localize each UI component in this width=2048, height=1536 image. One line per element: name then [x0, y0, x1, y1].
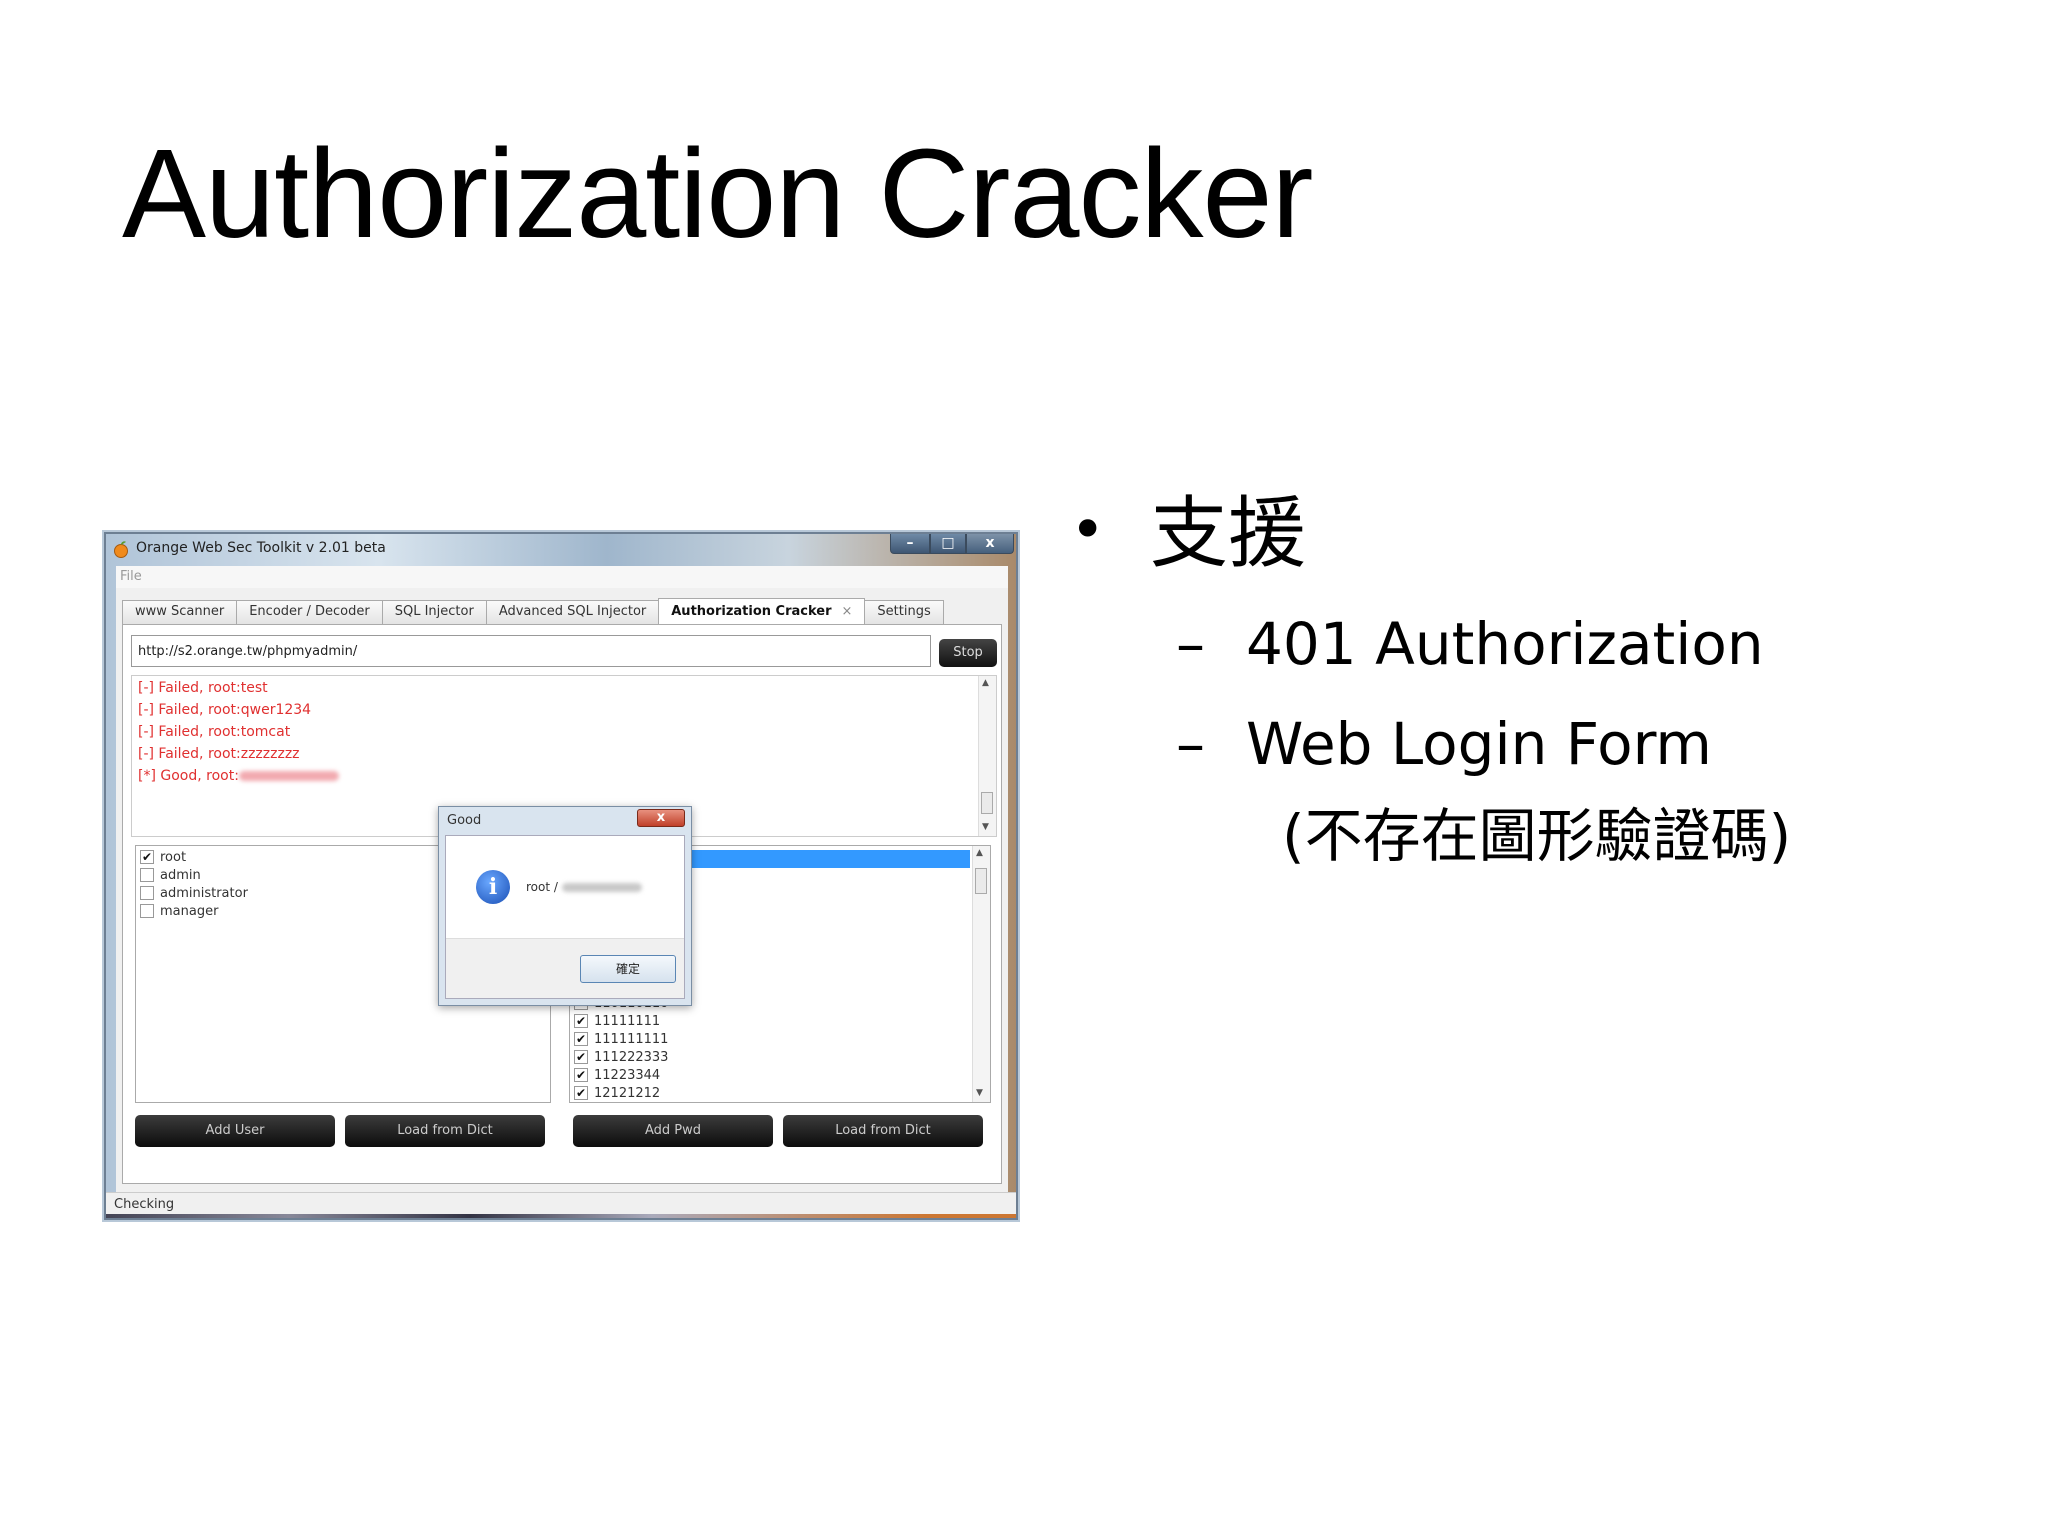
log-line-good: [*] Good, root: [138, 768, 339, 784]
info-icon: i [476, 870, 510, 904]
menu-file[interactable]: File [120, 569, 142, 584]
tab-sql-injector[interactable]: SQL Injector [381, 600, 487, 624]
sub-marker: – [1176, 710, 1205, 778]
redacted-password [561, 883, 642, 892]
password-value: 12121212 [594, 1085, 661, 1101]
dialog-close-button[interactable]: x [637, 809, 685, 827]
list-item[interactable]: ✔ 11223344 [574, 1066, 660, 1084]
scroll-thumb[interactable] [975, 868, 987, 894]
dialog-message: root / [526, 880, 642, 894]
password-value: 11223344 [594, 1067, 661, 1083]
tab-encoder-decoder[interactable]: Encoder / Decoder [236, 600, 383, 624]
list-item[interactable]: ✔ 11111111 [574, 1012, 660, 1030]
title-bar[interactable]: Orange Web Sec Toolkit v 2.01 beta – □ x [106, 534, 1016, 566]
user-name: manager [160, 903, 219, 919]
dialog-footer: 確定 [446, 938, 684, 998]
minimize-button[interactable]: – [890, 534, 930, 554]
checkbox[interactable]: ✔ [574, 1032, 588, 1046]
load-users-button[interactable]: Load from Dict [345, 1115, 545, 1147]
window-title: Orange Web Sec Toolkit v 2.01 beta [136, 540, 386, 556]
list-item[interactable]: administrator [140, 884, 248, 902]
log-line: [-] Failed, root:qwer1234 [138, 702, 312, 718]
add-pwd-button[interactable]: Add Pwd [573, 1115, 773, 1147]
list-item[interactable]: manager [140, 902, 218, 920]
log-scrollbar[interactable]: ▲ ▼ [978, 676, 996, 836]
sub-bullet-web-login: – Web Login Form [1176, 710, 1712, 780]
ok-button[interactable]: 確定 [580, 955, 676, 983]
add-user-button[interactable]: Add User [135, 1115, 335, 1147]
checkbox[interactable] [140, 868, 154, 882]
list-item[interactable]: admin [140, 866, 201, 884]
bullet-marker: • [1070, 495, 1106, 565]
password-value: 111111111 [594, 1031, 669, 1047]
dialog-message-text: root / [526, 880, 558, 894]
checkbox[interactable] [140, 886, 154, 900]
menu-bar: File [116, 566, 1008, 588]
status-text: Checking [114, 1197, 175, 1212]
list-item[interactable]: ✔ 111111111 [574, 1030, 668, 1048]
dialog-title: Good [447, 813, 482, 828]
checkbox[interactable]: ✔ [140, 850, 154, 864]
taskbar-strip [106, 1214, 1016, 1218]
tab-close-icon[interactable]: × [842, 601, 853, 623]
scroll-down-icon[interactable]: ▼ [976, 1088, 983, 1098]
checkbox[interactable]: ✔ [574, 1050, 588, 1064]
password-value: 11111111 [594, 1013, 661, 1029]
user-name: admin [160, 867, 201, 883]
maximize-button[interactable]: □ [930, 534, 966, 554]
scroll-up-icon[interactable]: ▲ [982, 678, 989, 688]
user-name: root [160, 849, 187, 865]
selected-row-highlight [686, 850, 970, 868]
tab-strip: www Scanner Encoder / Decoder SQL Inject… [122, 598, 944, 624]
orange-app-icon [114, 541, 128, 558]
tab-authorization-cracker[interactable]: Authorization Cracker × [658, 598, 866, 624]
password-value: 111222333 [594, 1049, 669, 1065]
scroll-up-icon[interactable]: ▲ [976, 848, 983, 858]
url-input[interactable] [131, 635, 931, 667]
bullet-main: • 支援 [1070, 488, 1306, 582]
stop-button[interactable]: Stop [939, 639, 997, 667]
dialog-body: i root / 確定 [445, 835, 685, 999]
tab-advanced-sql-injector[interactable]: Advanced SQL Injector [485, 600, 660, 624]
sub-bullet-note: (不存在圖形驗證碼) [1282, 802, 1792, 870]
bullet-main-text: 支援 [1150, 489, 1307, 579]
tab-label: Authorization Cracker [671, 603, 832, 619]
status-bar: Checking [106, 1192, 1016, 1218]
tab-settings[interactable]: Settings [864, 600, 944, 624]
password-scrollbar[interactable]: ▲ ▼ [972, 846, 990, 1102]
log-line: [-] Failed, root:tomcat [138, 724, 291, 740]
checkbox[interactable]: ✔ [574, 1086, 588, 1100]
checkbox[interactable] [140, 904, 154, 918]
slide-title: Authorization Cracker [122, 123, 1314, 264]
scroll-thumb[interactable] [981, 792, 993, 814]
checkbox[interactable]: ✔ [574, 1014, 588, 1028]
load-pwds-button[interactable]: Load from Dict [783, 1115, 983, 1147]
log-good-text: [*] Good, root: [138, 768, 239, 784]
list-item[interactable]: ✔ 12121212 [574, 1084, 660, 1102]
sub-bullet-text: 401 Authorization [1246, 610, 1764, 678]
sub-marker: – [1176, 610, 1205, 678]
tab-www-scanner[interactable]: www Scanner [122, 600, 238, 624]
checkbox[interactable]: ✔ [574, 1068, 588, 1082]
list-item[interactable]: ✔ root [140, 848, 186, 866]
scroll-down-icon[interactable]: ▼ [982, 822, 989, 832]
log-line: [-] Failed, root:zzzzzzzz [138, 746, 300, 762]
sub-bullet-text: Web Login Form [1246, 710, 1712, 778]
close-button[interactable]: x [966, 534, 1014, 554]
log-line: [-] Failed, root:test [138, 680, 268, 696]
list-item[interactable]: ✔ 111222333 [574, 1048, 668, 1066]
sub-bullet-401: –401 Authorization [1176, 610, 1764, 680]
good-dialog: Good x i root / 確定 [438, 806, 692, 1006]
user-name: administrator [160, 885, 248, 901]
redacted-password [238, 771, 339, 781]
